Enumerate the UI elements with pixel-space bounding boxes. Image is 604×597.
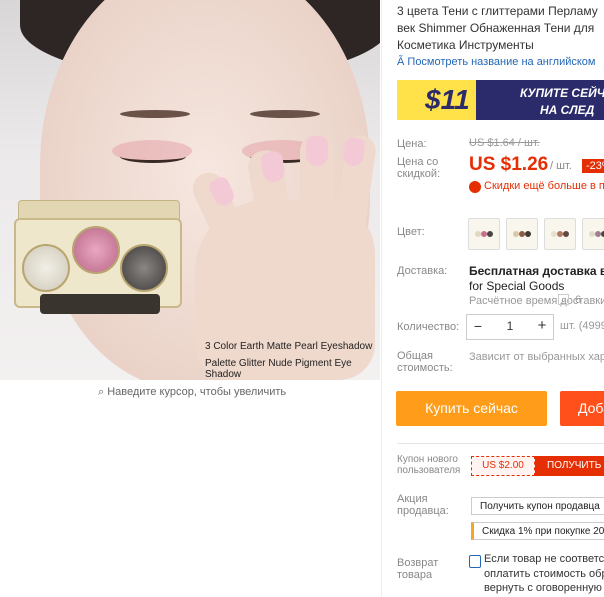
total-value: Зависит от выбранных хара (469, 351, 604, 363)
current-price: US $1.26 (469, 154, 549, 175)
seller-promo-label-line1: Акция (397, 493, 428, 505)
new-user-coupon: US $2.00 (471, 456, 535, 476)
translate-link-text: Посмотреть название на английском (407, 56, 596, 68)
column-divider (381, 0, 382, 597)
color-option-4[interactable] (582, 218, 604, 250)
seller-discount-offer: Скидка 1% при покупке 20 (471, 522, 604, 540)
color-option-1[interactable] (468, 218, 500, 250)
old-price: US $1.64 / шт. (469, 137, 540, 149)
seller-promo-label-line2: продавца: (397, 505, 449, 517)
discount-price-label-line1: Цена со (397, 156, 439, 168)
get-coupon-button[interactable]: ПОЛУЧИТЬ (535, 456, 604, 476)
coupon-label-line2: пользователя (397, 465, 461, 476)
zoom-hint: ⌕ Наведите курсор, чтобы увеличить (98, 386, 286, 399)
left-brow (120, 110, 190, 118)
color-option-3[interactable] (544, 218, 576, 250)
shipping-title: Бесплатная доставка в Rus (469, 264, 604, 278)
shipping-subtitle: for Special Goods (469, 279, 565, 293)
discount-price-label-line2: скидкой: (397, 168, 441, 180)
magnifier-icon: ⌕ (98, 386, 108, 398)
banner-line2: НА СЛЕД (540, 103, 595, 117)
section-divider (397, 443, 604, 444)
left-eye (120, 150, 186, 163)
returns-label-line2: товара (397, 569, 433, 581)
product-title-line3: Косметика Инструменты (397, 38, 534, 52)
total-label-line2: стоимость: (397, 362, 453, 374)
quantity-decrease-button[interactable]: − (468, 316, 488, 336)
returns-label-line1: Возврат (397, 557, 439, 569)
quantity-increase-button[interactable]: + (532, 316, 552, 336)
image-caption-line1: 3 Color Earth Matte Pearl Eyeshadow (205, 341, 373, 352)
banner-line1: КУПИТЕ СЕЙЧА (520, 86, 604, 100)
right-brow (250, 110, 320, 118)
quantity-available: шт. (4999 (560, 320, 604, 332)
delivery-time: Расчётное время доставки: (469, 295, 604, 307)
product-title-line1: 3 цвета Тени с глиттерами Перламу (397, 4, 598, 18)
pink-pan (72, 226, 120, 274)
banner-amount: $11 (425, 84, 470, 115)
delivery-time-value: 6 (575, 294, 582, 306)
quantity-label: Количество: (397, 321, 460, 333)
seller-coupon-button[interactable]: Получить купон продавца (471, 497, 604, 515)
returns-text-line3: вернуть с оговоренную (484, 582, 602, 594)
price-unit: / шт. (550, 160, 572, 172)
product-title-line2: век Shimmer Обнаженная Тени для (397, 21, 595, 35)
product-main-image[interactable]: 3 Color Earth Matte Pearl Eyeshadow Pale… (0, 0, 380, 380)
discount-badge: -23% (582, 159, 604, 173)
nail (306, 136, 328, 166)
returns-text-line1: Если товар не соответств (484, 553, 604, 565)
chevron-down-icon[interactable]: ⌄ (558, 294, 569, 305)
return-shield-icon (469, 555, 481, 568)
shipping-label: Доставка: (397, 265, 448, 277)
quantity-input[interactable]: 1 (490, 316, 530, 336)
translate-link[interactable]: A͂ Посмотреть название на английском (397, 56, 595, 68)
add-to-cart-button[interactable]: Доба (560, 391, 604, 426)
price-label: Цена: (397, 138, 427, 150)
pearl-pan (22, 244, 70, 292)
returns-text-line2: оплатить стоимость обрат (484, 568, 604, 580)
buy-now-button[interactable]: Купить сейчас (396, 391, 547, 426)
fire-icon (469, 181, 481, 193)
color-option-2[interactable] (506, 218, 538, 250)
total-label-line1: Общая (397, 350, 433, 362)
color-label: Цвет: (397, 226, 425, 238)
applicator-brush (40, 294, 160, 314)
translate-icon: A͂ (397, 56, 408, 68)
zoom-hint-text: Наведите курсор, чтобы увеличить (107, 386, 287, 398)
palette-lid (18, 200, 180, 220)
more-discounts-link[interactable]: Скидки ещё больше в при (484, 180, 604, 192)
coupon-label-line1: Купон нового (397, 454, 458, 465)
grey-pan (120, 244, 168, 292)
image-caption-line2: Palette Glitter Nude Pigment Eye Shadow (205, 358, 352, 380)
